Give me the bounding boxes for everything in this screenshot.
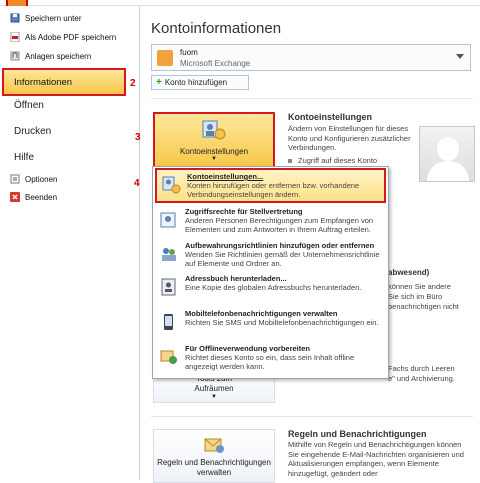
attachment-icon <box>10 51 20 61</box>
manage-rules-label: Regeln und Benachrichtigungen verwalten <box>157 458 271 477</box>
backstage-sidebar: Speichern unter Als Adobe PDF speichern … <box>0 6 140 480</box>
page-title: Kontoinformationen <box>151 20 282 37</box>
sidebar-item-oeffnen[interactable]: Öffnen <box>14 100 44 111</box>
callout-2: 2 <box>130 78 136 89</box>
menu-item-title: Adressbuch herunterladen... <box>185 274 287 283</box>
exit-command[interactable]: Beenden <box>10 190 57 204</box>
retention-policy-icon <box>159 244 179 264</box>
options-label: Optionen <box>25 174 58 184</box>
bullet-icon <box>288 159 292 164</box>
auto-reply-text-2: Sie sich im Büro <box>388 292 443 301</box>
account-settings-icon <box>161 175 181 195</box>
menu-item-desc: Wenden Sie Richtlinien gemäß der Unterne… <box>185 250 380 268</box>
chevron-down-icon: ▼ <box>211 156 217 162</box>
options-command[interactable]: Optionen <box>10 172 57 186</box>
menu-item-account-settings[interactable]: Kontoeinstellungen... Konten hinzufügen … <box>155 168 386 203</box>
save-as-pdf-label: Als Adobe PDF speichern <box>25 32 117 42</box>
divider <box>151 416 473 417</box>
add-account-label: Konto hinzufügen <box>164 78 228 87</box>
save-as-pdf-command[interactable]: Als Adobe PDF speichern <box>10 30 116 44</box>
menu-item-title: Zugriffsrechte für Stellvertretung <box>185 207 303 216</box>
auto-reply-text-3: benachrichtigen nicht <box>388 302 459 311</box>
add-account-button[interactable]: + Konto hinzufügen <box>151 75 249 90</box>
account-type: Microsoft Exchange <box>180 59 251 68</box>
account-settings-button-label: Kontoeinstellungen <box>179 147 249 156</box>
menu-item-desc: Anderen Personen Berechtigungen zum Empf… <box>185 216 374 234</box>
divider <box>151 98 473 99</box>
rules-title: Regeln und Benachrichtigungen <box>288 429 427 439</box>
chevron-down-icon: ▼ <box>211 394 217 400</box>
plus-icon: + <box>156 77 162 88</box>
save-as-command[interactable]: Speichern unter <box>10 11 81 25</box>
rules-text: Mithilfe von Regeln und Benachrichtigung… <box>288 440 464 478</box>
menu-item-offline[interactable]: Für Offlineverwendung vorbereiten Richte… <box>155 342 386 377</box>
account-settings-button[interactable]: Kontoeinstellungen ▼ <box>153 112 275 168</box>
save-as-icon <box>10 13 20 23</box>
menu-item-title: Mobiltelefonbenachrichtigungen verwalten <box>185 309 338 318</box>
menu-item-mobile-notifications[interactable]: Mobiltelefonbenachrichtigungen verwalten… <box>155 307 386 342</box>
menu-item-desc: Richten Sie SMS und Mobiltelefonbenachri… <box>185 318 379 327</box>
manage-rules-button[interactable]: Regeln und Benachrichtigungen verwalten <box>153 429 275 483</box>
account-access-bullet: Zugriff auf dieses Konto <box>288 156 418 166</box>
menu-item-title: Kontoeinstellungen... <box>187 172 263 181</box>
account-selector[interactable]: fuom Microsoft Exchange <box>151 44 471 71</box>
sidebar-item-drucken[interactable]: Drucken <box>14 126 51 137</box>
menu-item-title: Aufbewahrungsrichtlinien hinzufügen oder… <box>185 241 375 250</box>
auto-reply-title-partial: abwesend) <box>388 268 430 277</box>
chevron-down-icon <box>456 54 464 59</box>
account-settings-text: Ändern von Einstellungen für dieses Kont… <box>288 124 411 152</box>
rules-icon <box>204 438 224 453</box>
account-settings-icon <box>202 120 226 140</box>
sidebar-item-informationen[interactable]: Informationen <box>2 68 126 96</box>
avatar-head <box>437 137 459 161</box>
account-settings-title: Kontoeinstellungen <box>288 112 372 122</box>
sidebar-item-hilfe[interactable]: Hilfe <box>14 152 34 163</box>
exchange-account-icon <box>157 50 173 66</box>
menu-item-desc: Konten hinzufügen oder entfernen bzw. vo… <box>187 181 360 199</box>
delegate-access-icon <box>159 210 179 230</box>
exit-label: Beenden <box>25 192 58 202</box>
callout-4: 4 <box>134 178 140 189</box>
save-as-label: Speichern unter <box>25 13 82 23</box>
auto-reply-text-1: können Sie andere <box>388 282 451 291</box>
exit-icon <box>10 192 20 202</box>
options-icon <box>10 174 20 184</box>
menu-item-download-address-book[interactable]: Adressbuch herunterladen... Eine Kopie d… <box>155 272 386 307</box>
menu-item-title-text: Kontoeinstellungen... <box>187 172 264 181</box>
cleanup-text-1: Fachs durch Leeren <box>388 364 455 373</box>
cleanup-text-2: e" und Archivierung. <box>388 374 455 383</box>
menu-item-title: Für Offlineverwendung vorbereiten <box>185 344 311 353</box>
avatar-body <box>427 161 469 181</box>
save-attachments-command[interactable]: Anlagen speichern <box>10 49 91 63</box>
sidebar-item-informationen-label: Informationen <box>14 76 73 88</box>
address-book-icon <box>159 277 179 297</box>
account-name: fuom <box>180 48 198 57</box>
account-settings-menu: Kontoeinstellungen... Konten hinzufügen … <box>152 166 389 379</box>
save-attachments-label: Anlagen speichern <box>25 51 92 61</box>
mobile-phone-icon <box>159 312 179 332</box>
account-access-label: Zugriff auf dieses Konto <box>298 156 378 165</box>
callout-3: 3 <box>135 132 141 143</box>
menu-item-desc: Richtet dieses Konto so ein, dass sein I… <box>185 353 355 371</box>
avatar[interactable] <box>419 126 475 182</box>
menu-item-retention-policies[interactable]: Aufbewahrungsrichtlinien hinzufügen oder… <box>155 239 386 274</box>
menu-item-desc: Eine Kopie des globalen Adressbuchs heru… <box>185 283 362 292</box>
menu-item-delegate-access[interactable]: Zugriffsrechte für Stellvertretung Ander… <box>155 205 386 240</box>
pdf-icon <box>10 31 20 43</box>
offline-icon <box>159 347 179 367</box>
